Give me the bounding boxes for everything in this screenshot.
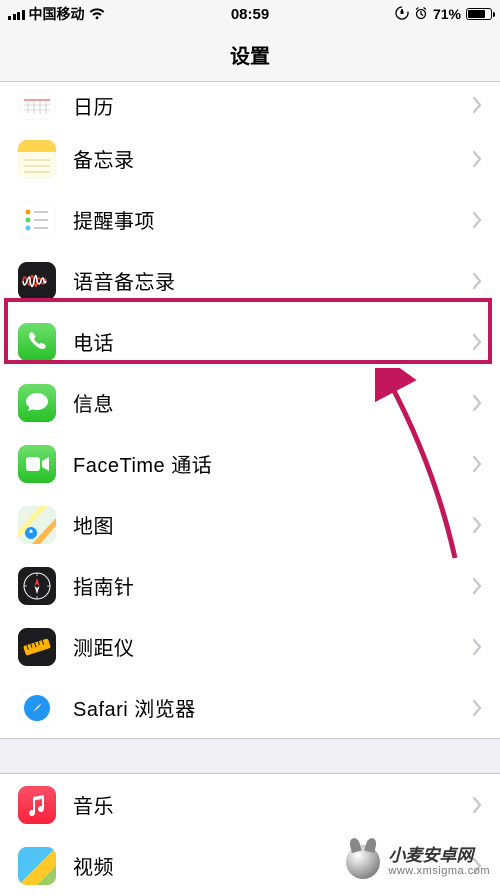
chevron-right-icon xyxy=(472,577,482,595)
settings-list: 日历 备忘录 提醒事项 语音备忘录 电话 xyxy=(0,82,500,738)
row-label: 信息 xyxy=(73,388,472,417)
messages-icon xyxy=(18,384,56,422)
battery-icon xyxy=(466,8,492,20)
chevron-right-icon xyxy=(472,333,482,351)
status-time: 08:59 xyxy=(0,6,500,23)
status-bar: 中国移动 08:59 71% xyxy=(0,0,500,28)
setting-row-compass[interactable]: 指南针 xyxy=(0,555,500,616)
setting-row-music[interactable]: 音乐 xyxy=(0,774,500,835)
setting-row-messages[interactable]: 信息 xyxy=(0,372,500,433)
music-icon xyxy=(18,786,56,824)
setting-row-facetime[interactable]: FaceTime 通话 xyxy=(0,433,500,494)
watermark-title: 小麦安卓网 xyxy=(388,847,490,866)
setting-row-calendar[interactable]: 日历 xyxy=(0,82,500,128)
row-label: FaceTime 通话 xyxy=(73,449,472,478)
chevron-right-icon xyxy=(472,699,482,717)
safari-icon xyxy=(18,689,56,727)
setting-row-voicememo[interactable]: 语音备忘录 xyxy=(0,250,500,311)
row-label: 地图 xyxy=(73,510,472,539)
chevron-right-icon xyxy=(472,455,482,473)
row-label: 提醒事项 xyxy=(73,205,472,234)
chevron-right-icon xyxy=(472,796,482,814)
maps-icon xyxy=(18,506,56,544)
setting-row-reminders[interactable]: 提醒事项 xyxy=(0,189,500,250)
watermark-url: www.xmsigma.com xyxy=(388,865,490,877)
chevron-right-icon xyxy=(472,272,482,290)
watermark-logo-icon xyxy=(346,845,380,879)
chevron-right-icon xyxy=(472,394,482,412)
row-label: 备忘录 xyxy=(73,144,472,173)
video-icon xyxy=(18,847,56,885)
notes-icon xyxy=(18,140,56,178)
row-label: 日历 xyxy=(73,91,472,120)
setting-row-phone[interactable]: 电话 xyxy=(0,311,500,372)
phone-icon xyxy=(18,323,56,361)
row-label: 音乐 xyxy=(73,790,472,819)
calendar-icon xyxy=(18,92,56,120)
setting-row-measure[interactable]: 测距仪 xyxy=(0,616,500,677)
facetime-icon xyxy=(18,445,56,483)
page-title: 设置 xyxy=(0,28,500,82)
setting-row-safari[interactable]: Safari 浏览器 xyxy=(0,677,500,738)
measure-icon xyxy=(18,628,56,666)
chevron-right-icon xyxy=(472,638,482,656)
row-label: 测距仪 xyxy=(73,632,472,661)
compass-icon xyxy=(18,567,56,605)
voice-memo-icon xyxy=(18,262,56,300)
chevron-right-icon xyxy=(472,96,482,114)
reminders-icon xyxy=(18,201,56,239)
chevron-right-icon xyxy=(472,150,482,168)
chevron-right-icon xyxy=(472,516,482,534)
group-separator xyxy=(0,738,500,774)
row-label: 语音备忘录 xyxy=(73,266,472,295)
setting-row-notes[interactable]: 备忘录 xyxy=(0,128,500,189)
watermark: 小麦安卓网 www.xmsigma.com xyxy=(346,845,490,879)
chevron-right-icon xyxy=(472,211,482,229)
row-label: Safari 浏览器 xyxy=(73,693,472,722)
row-label: 指南针 xyxy=(73,571,472,600)
setting-row-maps[interactable]: 地图 xyxy=(0,494,500,555)
row-label: 电话 xyxy=(73,327,472,356)
